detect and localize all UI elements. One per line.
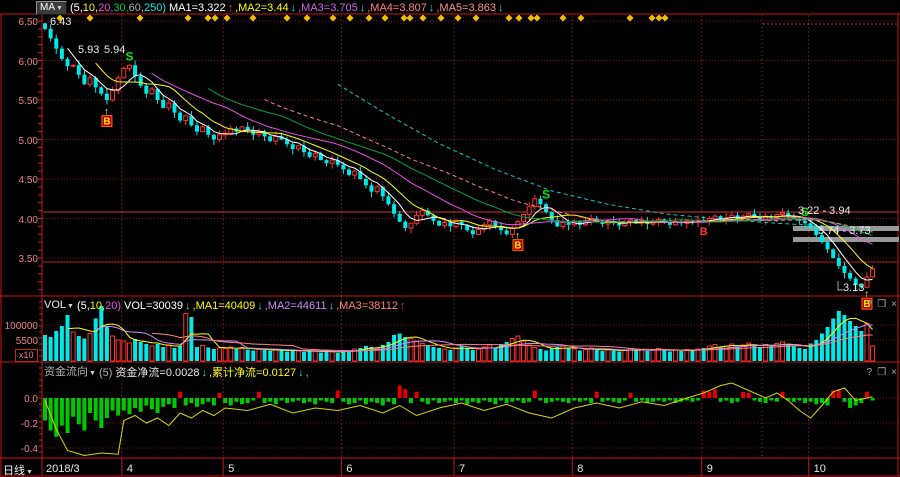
svg-text:5.93: 5.93 (78, 44, 99, 56)
legend-text: ,MA2=3.44 (235, 2, 289, 14)
legend-text: ,MA1=40409 (193, 300, 256, 312)
svg-text:6.00: 6.00 (19, 57, 39, 68)
svg-text:5500: 5500 (16, 336, 39, 347)
legend-text: (5, (70, 2, 83, 14)
svg-text:0.0: 0.0 (24, 394, 38, 405)
svg-text:3.13: 3.13 (843, 282, 864, 294)
trend-arrow-icon: ↓ (498, 2, 504, 14)
vol-dropdown-icon: ▼ (67, 301, 74, 313)
svg-text:5.94: 5.94 (104, 44, 125, 56)
period-dropdown-icon: ▼ (26, 469, 33, 476)
time-axis-bar (0, 459, 900, 477)
trend-arrow-icon: ↓ (201, 367, 207, 379)
svg-text:S: S (125, 49, 133, 63)
legend-text: MA1=3.322 (169, 2, 226, 14)
flow-dropdown-icon: ▼ (89, 368, 96, 380)
maximize-icon[interactable]: ❐ (877, 368, 886, 378)
legend-text: 10, (83, 2, 98, 14)
svg-text:4.50: 4.50 (19, 175, 39, 186)
vol-indicator-label[interactable]: VOL▼ (44, 299, 74, 313)
svg-text:6.43: 6.43 (50, 16, 71, 28)
volume-unit-badge: x10 (15, 349, 38, 362)
close-icon[interactable]: × (891, 300, 897, 310)
trend-arrow-icon: ↓ (298, 367, 304, 379)
trend-arrow-icon: ↑ (228, 2, 234, 14)
svg-text:100000: 100000 (5, 321, 39, 332)
legend-text: 250) (144, 2, 166, 14)
help-icon[interactable]: ? (867, 300, 873, 310)
price-ma-layer (68, 48, 873, 280)
svg-text:4.00: 4.00 (19, 215, 39, 226)
flow-indicator-label[interactable]: 资金流向▼ (44, 366, 96, 380)
volume-legend: VOL▼ (5,10,20) VOL=30039↓,MA1=40409↓,MA2… (44, 299, 407, 313)
marker-layer: ↑BS↑BSBS↑B6.435.935.943.22 - 3.943.74 - … (50, 14, 872, 310)
legend-text: , (306, 367, 309, 379)
vol-params: (5,10,20) (77, 300, 121, 312)
trend-arrow-icon: ↓ (329, 300, 335, 312)
svg-text:B: B (103, 117, 110, 128)
moneyflow-pane-controls: ? ❐ × (867, 368, 897, 378)
legend-text: ,累计净流=0.0127 (209, 367, 296, 379)
trend-arrow-icon: ↓ (360, 2, 366, 14)
ma-params: (5,10,20,30,60,250) (70, 2, 166, 14)
legend-text: VOL=30039 (124, 300, 183, 312)
legend-text: ,MA4=3.807 (367, 2, 427, 14)
maximize-icon[interactable]: ❐ (877, 300, 886, 310)
candles-layer (43, 23, 875, 290)
legend-text: ,MA3=3.705 (298, 2, 358, 14)
svg-text:S: S (542, 187, 550, 201)
svg-text:B: B (514, 241, 521, 252)
svg-text:6.50: 6.50 (19, 17, 39, 28)
svg-text:3.22 - 3.94: 3.22 - 3.94 (798, 205, 851, 217)
legend-text: ,MA3=38112 (336, 300, 398, 312)
ma-indicator-button[interactable]: MA▼ (36, 1, 67, 15)
legend-text: 30, (113, 2, 128, 14)
legend-text: ,MA5=3.863 (436, 2, 496, 14)
legend-text: 20, (98, 2, 113, 14)
trend-arrow-icon: ↑ (400, 300, 406, 312)
svg-text:B: B (700, 226, 708, 238)
svg-text:-0.2: -0.2 (21, 419, 39, 430)
trend-arrow-icon: ↓ (429, 2, 435, 14)
legend-text: 60, (129, 2, 144, 14)
help-icon[interactable]: ? (867, 368, 873, 378)
flow-params: (5) (99, 367, 112, 379)
legend-text: (5, (77, 300, 90, 312)
legend-text: ,MA2=44611 (265, 300, 327, 312)
legend-text: 20) (105, 300, 121, 312)
trend-arrow-icon: ↓ (257, 300, 263, 312)
main-ma-legend: MA▼ (5,10,20,30,60,250) MA1=3.322↑,MA2=3… (36, 1, 505, 15)
ma-values: MA1=3.322↑,MA2=3.44↓,MA3=3.705↓,MA4=3.80… (169, 2, 505, 14)
vol-values: VOL=30039↓,MA1=40409↓,MA2=44611↓,MA3=381… (124, 300, 407, 312)
close-icon[interactable]: × (891, 368, 897, 378)
volume-pane-controls: ? ❐ × (867, 300, 897, 310)
trend-arrow-icon: ↓ (291, 2, 297, 14)
legend-text: 10, (90, 300, 105, 312)
period-selector[interactable]: 日线▼ (3, 462, 33, 477)
stock-chart-window: ↑BS↑BSBS↑B6.435.935.943.22 - 3.943.74 - … (0, 0, 900, 477)
svg-text:5.50: 5.50 (19, 96, 39, 107)
legend-text: 资金净流=0.0028 (115, 367, 199, 379)
legend-text: (5) (99, 367, 112, 379)
volume-layer (43, 306, 875, 361)
ma-dropdown-icon: ▼ (56, 3, 63, 15)
svg-text:3.50: 3.50 (19, 254, 39, 265)
flow-layer (43, 383, 875, 456)
moneyflow-legend: 资金流向▼ (5) 资金净流=0.0028↓,累计净流=0.0127↓, (44, 366, 309, 380)
trend-arrow-icon: ↓ (185, 300, 191, 312)
svg-text:5.00: 5.00 (19, 136, 39, 147)
chart-canvas: ↑BS↑BSBS↑B6.435.935.943.22 - 3.943.74 - … (0, 0, 900, 477)
flow-values: 资金净流=0.0028↓,累计净流=0.0127↓, (115, 367, 308, 379)
svg-text:-0.4: -0.4 (21, 444, 39, 455)
svg-text:3.74 - 3.73: 3.74 - 3.73 (818, 225, 871, 237)
